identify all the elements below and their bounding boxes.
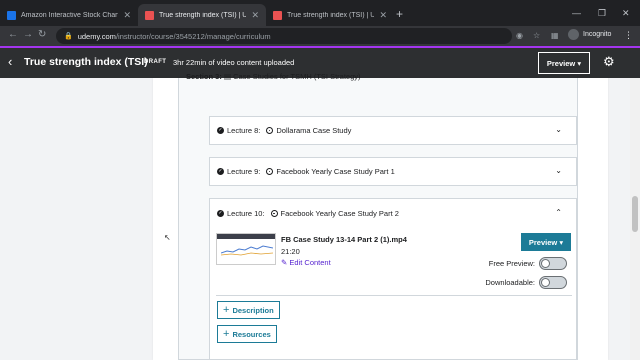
tab-title: True strength index (TSI) | Udemy [287,11,375,19]
lecture-label: Lecture 10: [227,209,265,218]
tab-title: True strength index (TSI) | Udemy [159,11,247,19]
settings-gear-icon[interactable]: ⚙ [603,54,615,70]
url-path: /instructor/course/3545212/manage/curric… [115,31,271,41]
url-domain: udemy.com [77,31,116,41]
downloadable-label: Downloadable: [485,278,535,287]
close-tab-icon[interactable]: ✕ [251,10,259,21]
incognito-badge[interactable]: Incognito [568,29,611,40]
url-field[interactable]: 🔒 udemy.com/instructor/course/3545212/ma… [56,28,512,44]
lecture-title: Dollarama Case Study [276,126,352,135]
free-preview-toggle[interactable] [539,257,567,270]
video-thumbnail[interactable] [216,233,276,265]
lecture-label: Lecture 8: [227,126,261,135]
section-doc-icon: ▤ [223,72,232,81]
browser-menu-icon[interactable]: ⋮ [624,30,633,41]
address-bar-row: ← → ↻ 🔒 udemy.com/instructor/course/3545… [0,26,640,46]
lecture-title: Facebook Yearly Case Study Part 1 [276,167,395,176]
lock-icon: 🔒 [64,33,73,40]
add-description-button[interactable]: + Description [217,301,280,319]
lecture-title: Facebook Yearly Case Study Part 2 [280,209,399,218]
section-label: Section 3: [186,72,222,81]
check-circle-icon: ✓ [217,168,224,175]
check-circle-icon: ✓ [217,210,224,217]
add-resources-button[interactable]: + Resources [217,325,277,343]
draft-badge: DRAFT [144,59,167,65]
star-icon[interactable]: ☆ [533,31,540,40]
section-header: Section 3: ▤ Case Studies for TSMH (TSI … [186,72,361,81]
tab-title: Amazon Interactive Stock Chart (AM [21,11,119,19]
video-duration: 21:20 [281,247,300,256]
scrollbar-thumb[interactable] [632,196,638,232]
pencil-icon: ✎ [281,258,288,267]
preview-label: Preview [528,237,558,247]
mouse-cursor-icon: ↖ [164,233,171,242]
plus-icon: + [223,304,230,316]
browser-tab-1[interactable]: Amazon Interactive Stock Chart (AM ✕ [0,4,138,26]
lecture-label: Lecture 9: [227,167,261,176]
edit-content-label: Edit Content [289,258,331,267]
divider [216,295,572,296]
back-arrow-icon[interactable]: ← [8,29,18,40]
chevron-down-icon[interactable]: ⌄ [555,166,562,175]
preview-label: Preview [546,58,576,68]
description-label: Description [232,305,274,315]
forward-arrow-icon[interactable]: → [23,29,33,40]
downloadable-toggle[interactable] [539,276,567,289]
browser-tab-2[interactable]: True strength index (TSI) | Udemy ✕ [138,4,266,26]
tracking-icon[interactable]: ◉ [516,31,523,40]
video-lecture-icon [266,127,274,134]
udemy-favicon-icon [145,10,154,20]
lecture-row[interactable]: ✓ Lecture 10: Facebook Yearly Case Study… [210,199,576,228]
minimize-icon[interactable]: — [572,8,581,18]
back-chevron-icon[interactable]: ‹ [8,54,12,69]
close-tab-icon[interactable]: ✕ [123,10,131,21]
browser-tab-strip: Amazon Interactive Stock Chart (AM ✕ Tru… [0,0,640,26]
browser-tab-3[interactable]: True strength index (TSI) | Udemy ✕ [266,4,394,26]
chevron-up-icon[interactable]: ⌃ [555,208,562,217]
edit-content-link[interactable]: ✎ Edit Content [281,258,331,267]
new-tab-icon[interactable]: + [396,8,403,20]
upload-summary: 3hr 22min of video content uploaded [173,58,295,67]
section-title: Case Studies for TSMH (TSI Strategy) [233,72,361,81]
tab-favicon-icon [7,10,16,20]
expanded-lecture: ✓ Lecture 10: Facebook Yearly Case Study… [209,198,577,360]
resources-label: Resources [232,329,271,339]
plus-icon: + [223,328,230,340]
video-lecture-icon [270,210,278,217]
lecture-row[interactable]: ✓ Lecture 9: Facebook Yearly Case Study … [209,157,577,186]
lecture-preview-button[interactable]: Preview ▾ [521,233,571,251]
incognito-label: Incognito [583,31,612,38]
restore-icon[interactable]: ❐ [598,8,606,19]
incognito-icon [568,29,579,40]
lecture-row[interactable]: ✓ Lecture 8: Dollarama Case Study ⌄ [209,116,577,145]
reload-icon[interactable]: ↻ [38,29,46,40]
chevron-down-icon[interactable]: ⌄ [555,125,562,134]
header-preview-button[interactable]: Preview ▾ [538,52,590,74]
close-window-icon[interactable]: ✕ [622,8,630,19]
check-circle-icon: ✓ [217,127,224,134]
video-lecture-icon [266,168,274,175]
extensions-icon[interactable]: ▦ [551,31,559,40]
udemy-favicon-icon [273,10,282,20]
free-preview-label: Free Preview: [488,259,535,268]
video-file-name: FB Case Study 13-14 Part 2 (1).mp4 [281,235,407,244]
close-tab-icon[interactable]: ✕ [379,10,387,21]
course-title: True strength index (TSI) [24,56,148,68]
